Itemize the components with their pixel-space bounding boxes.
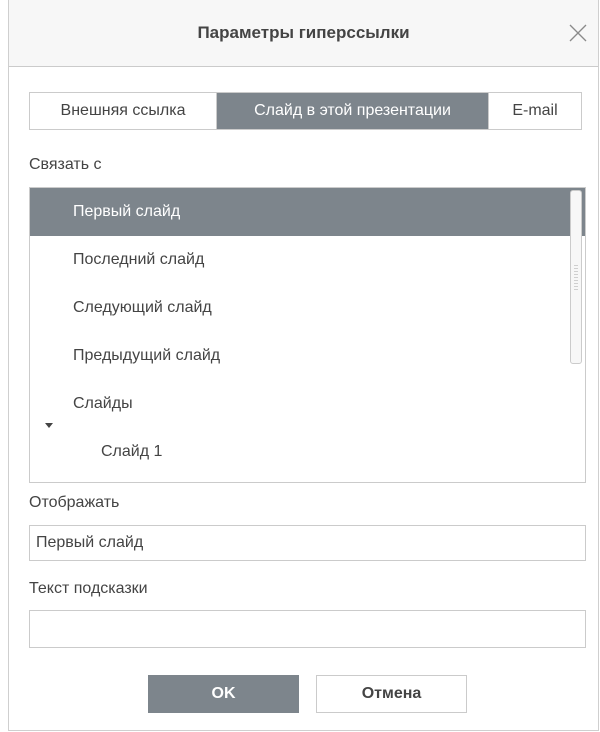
tooltip-label: Текст подсказки bbox=[29, 580, 148, 597]
display-label: Отображать bbox=[29, 494, 120, 511]
close-icon[interactable] bbox=[568, 23, 588, 43]
list-item-previous-slide[interactable]: Предыдущий слайд bbox=[30, 332, 585, 380]
link-to-list[interactable]: Первый слайд Последний слайд Следующий с… bbox=[29, 187, 586, 483]
cancel-button[interactable]: Отмена bbox=[316, 675, 467, 713]
dialog-title: Параметры гиперссылки bbox=[197, 23, 410, 42]
scrollbar-grip-icon bbox=[574, 265, 578, 291]
slides-group-label: Слайды bbox=[73, 395, 133, 412]
tab-external-link[interactable]: Внешняя ссылка bbox=[30, 93, 217, 129]
list-item-slides-group[interactable]: Слайды bbox=[30, 380, 585, 428]
tab-slide-in-presentation[interactable]: Слайд в этой презентации bbox=[217, 93, 489, 129]
dialog-header: Параметры гиперссылки bbox=[9, 0, 598, 67]
list-item-slide-1[interactable]: Слайд 1 bbox=[30, 428, 585, 476]
tab-email[interactable]: E-mail bbox=[489, 93, 581, 129]
ok-button[interactable]: OK bbox=[148, 675, 299, 713]
display-input[interactable]: Первый слайд bbox=[29, 525, 586, 561]
list-scrollbar[interactable] bbox=[570, 190, 582, 364]
tooltip-input[interactable] bbox=[29, 610, 586, 648]
hyperlink-settings-dialog: Параметры гиперссылки Внешняя ссылка Сла… bbox=[8, 0, 599, 731]
link-to-label: Связать с bbox=[29, 156, 102, 173]
link-type-tabs: Внешняя ссылка Слайд в этой презентации … bbox=[29, 92, 582, 130]
list-item-last-slide[interactable]: Последний слайд bbox=[30, 236, 585, 284]
list-item-first-slide[interactable]: Первый слайд bbox=[30, 188, 585, 236]
list-item-next-slide[interactable]: Следующий слайд bbox=[30, 284, 585, 332]
